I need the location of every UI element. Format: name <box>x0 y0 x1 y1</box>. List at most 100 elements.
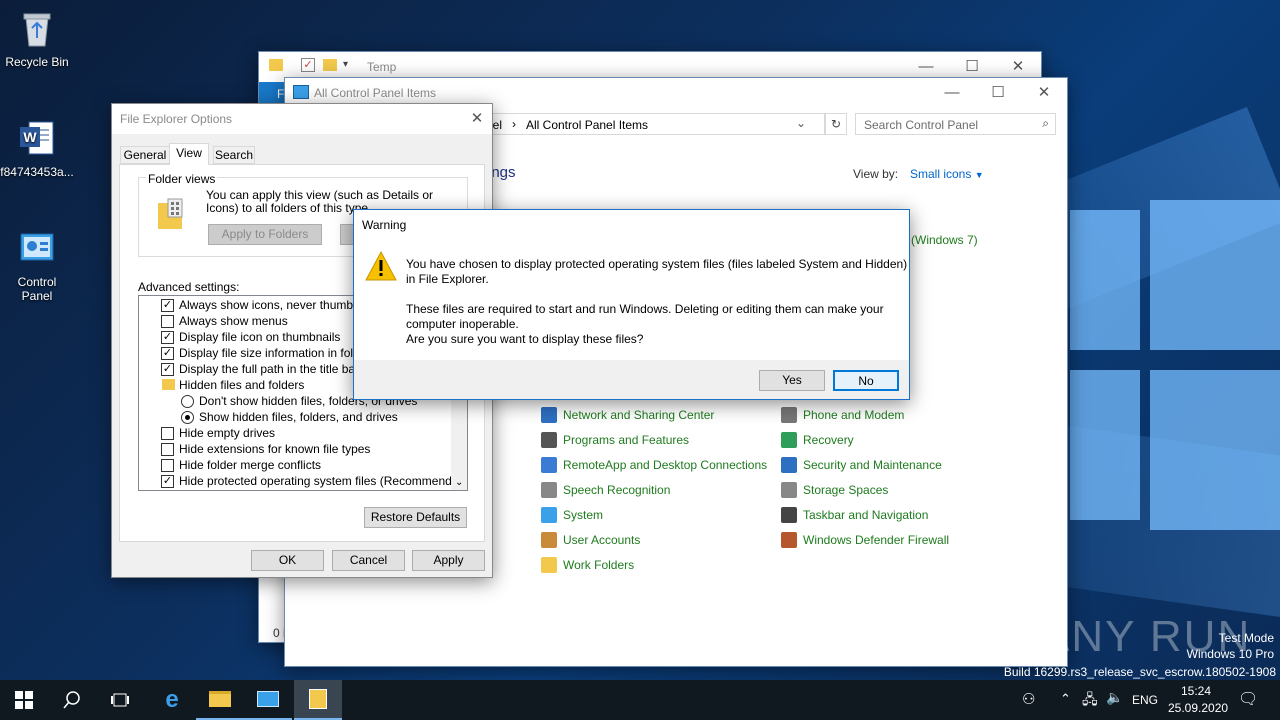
network-icon[interactable]: 🖧 <box>1082 689 1098 713</box>
control-panel-item[interactable]: Work Folders <box>541 555 634 575</box>
control-panel-item[interactable]: System <box>541 505 603 525</box>
control-panel-item[interactable]: Taskbar and Navigation <box>781 505 928 525</box>
restore-defaults-button[interactable]: Restore Defaults <box>364 507 467 528</box>
advanced-setting-label[interactable]: Display the full path in the title bar <box>179 362 359 376</box>
chevron-down-icon[interactable]: ▾ <box>343 59 348 70</box>
refresh-button[interactable]: ↻ <box>825 113 847 135</box>
advanced-setting-label[interactable]: Hide folder merge conflicts <box>179 458 321 472</box>
control-panel-item-label[interactable]: Speech Recognition <box>563 483 670 497</box>
tab-view[interactable]: View <box>169 143 209 165</box>
search-box[interactable]: Search Control Panel ⌕ <box>855 113 1056 135</box>
search-icon[interactable]: ⌕ <box>1042 116 1049 131</box>
advanced-setting-label[interactable]: Display file size information in folder … <box>179 346 380 360</box>
advanced-setting-label[interactable]: Hide empty drives <box>179 426 275 440</box>
control-panel-taskbar-button[interactable] <box>244 680 292 720</box>
control-panel-item-label[interactable]: Programs and Features <box>563 433 689 447</box>
control-panel-item-label[interactable]: User Accounts <box>563 533 640 547</box>
control-panel-item-label[interactable]: Recovery <box>803 433 854 447</box>
control-panel-item[interactable]: Storage Spaces <box>781 480 888 500</box>
desktop-icon-control-panel[interactable]: Control Panel <box>0 228 74 303</box>
clock-date[interactable]: 25.09.2020 <box>1168 701 1228 715</box>
close-button[interactable]: ✕ <box>462 104 492 134</box>
yes-button[interactable]: Yes <box>759 370 825 391</box>
dialog-title: File Explorer Options <box>120 112 233 126</box>
checkbox[interactable] <box>161 315 174 328</box>
advanced-setting-label[interactable]: Display file icon on thumbnails <box>179 330 340 344</box>
window-title: All Control Panel Items <box>314 86 437 100</box>
apply-button[interactable]: Apply <box>412 550 485 571</box>
control-panel-item-label[interactable]: Phone and Modem <box>803 408 904 422</box>
advanced-setting-label[interactable]: Always show icons, never thumbnails <box>179 298 378 312</box>
control-panel-item-label[interactable]: Network and Sharing Center <box>563 408 714 422</box>
address-bar[interactable]: nel › All Control Panel Items ⌄ <box>481 113 825 135</box>
checkbox[interactable]: ✓ <box>161 347 174 360</box>
language-indicator[interactable]: ENG <box>1132 693 1158 707</box>
advanced-setting-label[interactable]: Always show menus <box>179 314 288 328</box>
view-by-value[interactable]: Small icons <box>910 167 971 181</box>
file-explorer-taskbar-button[interactable] <box>196 680 244 720</box>
edge-taskbar-button[interactable]: e <box>148 680 196 720</box>
breadcrumb-current[interactable]: All Control Panel Items <box>526 118 648 132</box>
control-panel-item-label[interactable]: System <box>563 508 603 522</box>
ok-button[interactable]: OK <box>251 550 324 571</box>
maximize-button[interactable]: ☐ <box>975 78 1021 108</box>
advanced-setting-label[interactable]: Show hidden files, folders, and drives <box>199 410 398 424</box>
folder-icon <box>269 59 283 71</box>
advanced-setting-label[interactable]: Hide protected operating system files (R… <box>179 474 467 488</box>
checkbox[interactable]: ✓ <box>161 331 174 344</box>
control-panel-item[interactable]: RemoteApp and Desktop Connections <box>541 455 767 475</box>
desktop-icon-word-doc[interactable]: W f84743453a... <box>0 118 74 179</box>
apply-to-folders-button[interactable]: Apply to Folders <box>208 224 322 245</box>
desktop-icon-recycle-bin[interactable]: Recycle Bin <box>0 8 74 69</box>
control-panel-item[interactable]: Speech Recognition <box>541 480 670 500</box>
chevron-down-icon[interactable]: ⌄ <box>796 116 806 130</box>
control-panel-item[interactable]: Phone and Modem <box>781 405 904 425</box>
warning-line-3: These files are required to start and ru… <box>406 302 884 316</box>
checkbox[interactable] <box>161 427 174 440</box>
control-panel-item[interactable]: Security and Maintenance <box>781 455 942 475</box>
close-button[interactable]: ✕ <box>1021 78 1067 108</box>
radio-button[interactable] <box>181 395 194 408</box>
control-panel-item-label[interactable]: Taskbar and Navigation <box>803 508 928 522</box>
control-panel-item-label[interactable]: RemoteApp and Desktop Connections <box>563 458 767 472</box>
control-panel-item[interactable]: User Accounts <box>541 530 640 550</box>
people-icon[interactable]: ⚇ <box>1022 690 1035 708</box>
advanced-setting-label[interactable]: Hide extensions for known file types <box>179 442 370 456</box>
task-view-button[interactable] <box>96 680 144 720</box>
tab-general[interactable]: General <box>120 146 170 164</box>
speaker-icon[interactable]: 🔈 <box>1106 689 1123 706</box>
checkbox[interactable]: ✓ <box>161 475 174 488</box>
control-panel-item[interactable]: Recovery <box>781 430 854 450</box>
checkbox[interactable]: ✓ <box>161 363 174 376</box>
control-panel-item-label[interactable]: Security and Maintenance <box>803 458 942 472</box>
folder-options-taskbar-button[interactable] <box>294 680 342 720</box>
dialog-titlebar[interactable]: File Explorer Options ✕ <box>112 104 492 134</box>
notifications-icon[interactable]: 🗨 <box>1238 689 1258 709</box>
chevron-up-icon[interactable]: ⌃ <box>1060 691 1071 707</box>
view-by-dropdown[interactable]: Small icons ▼ <box>910 167 984 181</box>
control-panel-item-label[interactable]: Work Folders <box>563 558 634 572</box>
no-button[interactable]: No <box>833 370 899 391</box>
minimize-button[interactable]: — <box>929 78 975 108</box>
cancel-button[interactable]: Cancel <box>332 550 405 571</box>
clock-time[interactable]: 15:24 <box>1181 684 1211 698</box>
search-input[interactable]: Search Control Panel <box>864 118 978 132</box>
warning-dialog[interactable]: Warning You have chosen to display prote… <box>353 209 910 400</box>
advanced-setting-label[interactable]: Hidden files and folders <box>179 378 304 392</box>
control-panel-item-label[interactable]: Storage Spaces <box>803 483 888 497</box>
chevron-down-icon[interactable]: ⌄ <box>455 477 463 488</box>
folder-icon[interactable] <box>323 59 337 71</box>
radio-button[interactable] <box>181 411 194 424</box>
checkbox[interactable] <box>161 443 174 456</box>
control-panel-item-label[interactable]: Windows Defender Firewall <box>803 533 949 547</box>
start-button[interactable] <box>0 680 48 720</box>
checkbox[interactable]: ✓ <box>161 299 174 312</box>
tab-search[interactable]: Search <box>213 146 255 164</box>
checkbox[interactable] <box>161 459 174 472</box>
search-button[interactable] <box>48 680 96 720</box>
control-panel-item[interactable]: Network and Sharing Center <box>541 405 714 425</box>
control-panel-item[interactable]: Programs and Features <box>541 430 689 450</box>
checkmark-icon[interactable]: ✓ <box>301 58 315 72</box>
windows7-item-fragment[interactable]: (Windows 7) <box>911 233 978 247</box>
control-panel-item[interactable]: Windows Defender Firewall <box>781 530 949 550</box>
